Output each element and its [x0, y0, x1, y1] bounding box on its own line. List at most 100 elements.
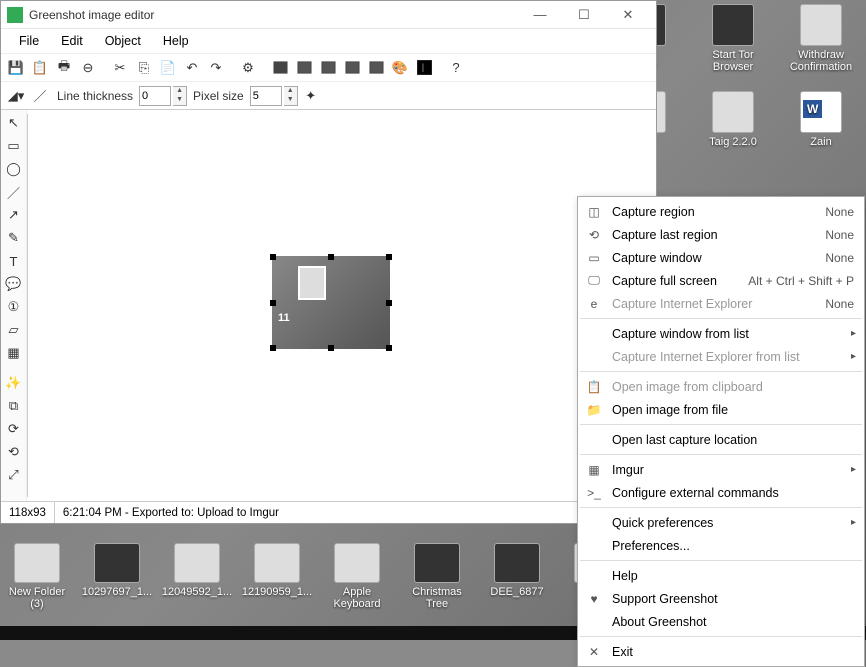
arrow-tool-icon[interactable]: ↗: [3, 204, 25, 226]
line-tool-icon[interactable]: ／: [3, 181, 25, 203]
menu-shortcut: None: [825, 251, 854, 265]
menu-item[interactable]: Preferences...: [578, 534, 864, 557]
greenshot-editor-window: Greenshot image editor — ☐ ✕ File Edit O…: [0, 0, 657, 524]
menu-icon: [584, 538, 604, 554]
menu-label: Capture window from list: [612, 327, 854, 341]
help-icon[interactable]: ?: [445, 57, 467, 79]
close-button[interactable]: ✕: [606, 2, 650, 28]
menu-item[interactable]: 📁Open image from file: [578, 398, 864, 421]
cursor-tool-icon[interactable]: ↖: [3, 112, 25, 134]
text-tool-icon[interactable]: T: [3, 250, 25, 272]
menu-item: 📋Open image from clipboard: [578, 375, 864, 398]
menu-item[interactable]: ♥Support Greenshot: [578, 587, 864, 610]
redo-icon[interactable]: ↷: [205, 57, 227, 79]
menu-edit[interactable]: Edit: [51, 32, 93, 50]
resize-icon[interactable]: ⤢: [3, 464, 25, 486]
menu-item[interactable]: ▦Imgur: [578, 458, 864, 481]
desktop-icon[interactable]: ChristmasTree: [404, 543, 470, 610]
menu-item[interactable]: Help: [578, 564, 864, 587]
menu-icon: ⟲: [584, 227, 604, 243]
desktop-icon[interactable]: 12049592_1...: [164, 543, 230, 610]
undo-icon[interactable]: ↶: [181, 57, 203, 79]
word-icon[interactable]: [341, 57, 363, 79]
delete-icon[interactable]: ⊖: [77, 57, 99, 79]
speech-tool-icon[interactable]: 💬: [3, 273, 25, 295]
fill-color-icon[interactable]: ◢▾: [5, 85, 27, 107]
tray-context-menu: ◫Capture regionNone⟲Capture last regionN…: [577, 196, 865, 667]
desktop-icon[interactable]: New Folder(3): [4, 543, 70, 610]
menu-item[interactable]: ⟲ Capture last regionNone: [578, 223, 864, 246]
crop-tool-icon[interactable]: ⧉: [3, 395, 25, 417]
menu-label: Imgur: [612, 463, 854, 477]
onenote-icon[interactable]: [293, 57, 315, 79]
rect-tool-icon[interactable]: ▭: [3, 135, 25, 157]
line-thickness-spinner[interactable]: ▲▼: [173, 86, 187, 106]
cut-icon[interactable]: ✂: [109, 57, 131, 79]
line-color-icon[interactable]: ／: [29, 85, 51, 107]
menu-icon: 🖵: [584, 273, 604, 289]
menu-item[interactable]: About Greenshot: [578, 610, 864, 633]
menu-label: Capture last region: [612, 228, 825, 242]
menu-item[interactable]: Capture window from list: [578, 322, 864, 345]
menu-file[interactable]: File: [9, 32, 49, 50]
menu-item[interactable]: 🖵 Capture full screenAlt + Ctrl + Shift +…: [578, 269, 864, 292]
menu-item[interactable]: Quick preferences: [578, 511, 864, 534]
clipboard-icon[interactable]: 📋: [29, 57, 51, 79]
effects-tool-icon[interactable]: ✨: [3, 372, 25, 394]
imgur-icon[interactable]: i: [413, 57, 435, 79]
desktop-icon[interactable]: Taig 2.2.0: [700, 91, 766, 148]
desktop-icon[interactable]: WithdrawConfirmation: [788, 4, 854, 73]
menu-label: Configure external commands: [612, 486, 854, 500]
menu-shortcut: None: [825, 205, 854, 219]
selected-image[interactable]: 11: [272, 256, 390, 349]
ellipse-tool-icon[interactable]: ◯: [3, 158, 25, 180]
rotate-cw-icon[interactable]: ⟳: [3, 418, 25, 440]
desktop-icon[interactable]: 12190959_1...: [244, 543, 310, 610]
desktop-icon[interactable]: AppleKeyboard: [324, 543, 390, 610]
menu-item[interactable]: >_ Configure external commands: [578, 481, 864, 504]
menu-label: Capture full screen: [612, 274, 748, 288]
menu-shortcut: None: [825, 228, 854, 242]
rotate-ccw-icon[interactable]: ⟲: [3, 441, 25, 463]
statusbar: 118x93 6:21:04 PM - Exported to: Upload …: [1, 501, 656, 523]
copy-icon[interactable]: ⎘: [133, 57, 155, 79]
menu-icon: ▭: [584, 250, 604, 266]
save-icon[interactable]: 💾: [5, 57, 27, 79]
menu-help[interactable]: Help: [153, 32, 199, 50]
print-icon[interactable]: 🖶: [53, 57, 75, 79]
desktop-icon[interactable]: Start TorBrowser: [700, 4, 766, 73]
line-thickness-input[interactable]: [139, 86, 171, 106]
menu-item[interactable]: ▭Capture windowNone: [578, 246, 864, 269]
menu-item[interactable]: ◫Capture regionNone: [578, 200, 864, 223]
counter-tool-icon[interactable]: ①: [3, 296, 25, 318]
desktop-icon[interactable]: 10297697_1...: [84, 543, 150, 610]
highlight-tool-icon[interactable]: ▱: [3, 319, 25, 341]
powerpoint-icon[interactable]: [317, 57, 339, 79]
pixel-size-spinner[interactable]: ▲▼: [284, 86, 298, 106]
canvas-area[interactable]: 11: [27, 114, 652, 497]
settings-icon[interactable]: ⚙: [237, 57, 259, 79]
maximize-button[interactable]: ☐: [562, 2, 606, 28]
menu-item[interactable]: ✕Exit: [578, 640, 864, 663]
desktop-icon[interactable]: Zain: [788, 91, 854, 148]
menu-icon: >_: [584, 485, 604, 501]
menu-icon: [584, 614, 604, 630]
outlook-icon[interactable]: [269, 57, 291, 79]
obfuscate-tool-icon[interactable]: ▦: [3, 342, 25, 364]
titlebar[interactable]: Greenshot image editor — ☐ ✕: [1, 1, 656, 29]
paint-icon[interactable]: 🎨: [389, 57, 411, 79]
menu-icon: 📁: [584, 402, 604, 418]
excel-icon[interactable]: [365, 57, 387, 79]
menu-icon: ◫: [584, 204, 604, 220]
desktop-icon[interactable]: DEE_6877: [484, 543, 550, 610]
freehand-tool-icon[interactable]: ✎: [3, 227, 25, 249]
menu-shortcut: None: [825, 297, 854, 311]
paste-icon[interactable]: 📄: [157, 57, 179, 79]
minimize-button[interactable]: —: [518, 2, 562, 28]
menu-icon: ✕: [584, 644, 604, 660]
menu-object[interactable]: Object: [95, 32, 151, 50]
shadow-icon[interactable]: ✦: [300, 85, 322, 107]
menu-item[interactable]: Open last capture location: [578, 428, 864, 451]
menu-shortcut: Alt + Ctrl + Shift + P: [748, 274, 854, 288]
pixel-size-input[interactable]: [250, 86, 282, 106]
